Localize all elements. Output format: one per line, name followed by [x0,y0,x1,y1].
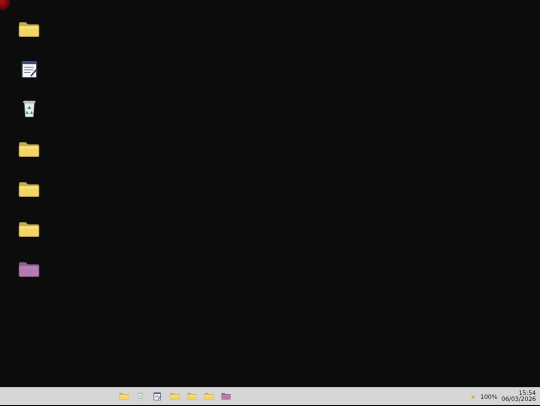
desktop-folder-icon[interactable] [16,17,42,41]
clock[interactable]: 15:54 06/03/2026 [501,391,536,403]
desktop-recycle-bin-icon[interactable] [16,97,42,121]
desktop-folder-icon[interactable] [16,137,42,161]
desktop-folder-icon[interactable] [16,217,42,241]
taskbar: 100% 15:54 06/03/2026 [0,387,540,405]
taskbar-notepad-icon[interactable] [153,392,163,402]
desktop [0,0,540,387]
desktop-notepad-icon[interactable] [16,57,42,81]
corner-glow [0,0,10,10]
taskbar-recycle-bin-icon[interactable] [136,392,146,402]
battery-icon[interactable] [470,394,476,400]
taskbar-folder-icon[interactable] [187,392,197,402]
clock-date: 06/03/2026 [501,396,536,403]
taskbar-folder-icon[interactable] [170,392,180,402]
taskbar-folder-icon[interactable] [119,392,129,402]
taskbar-folder-icon[interactable] [221,392,231,402]
desktop-folder-icon[interactable] [16,177,42,201]
taskbar-folder-icon[interactable] [204,392,214,402]
battery-percent: 100% [480,393,498,401]
desktop-folder-icon[interactable] [16,257,42,281]
system-tray: 100% 15:54 06/03/2026 [470,388,536,406]
